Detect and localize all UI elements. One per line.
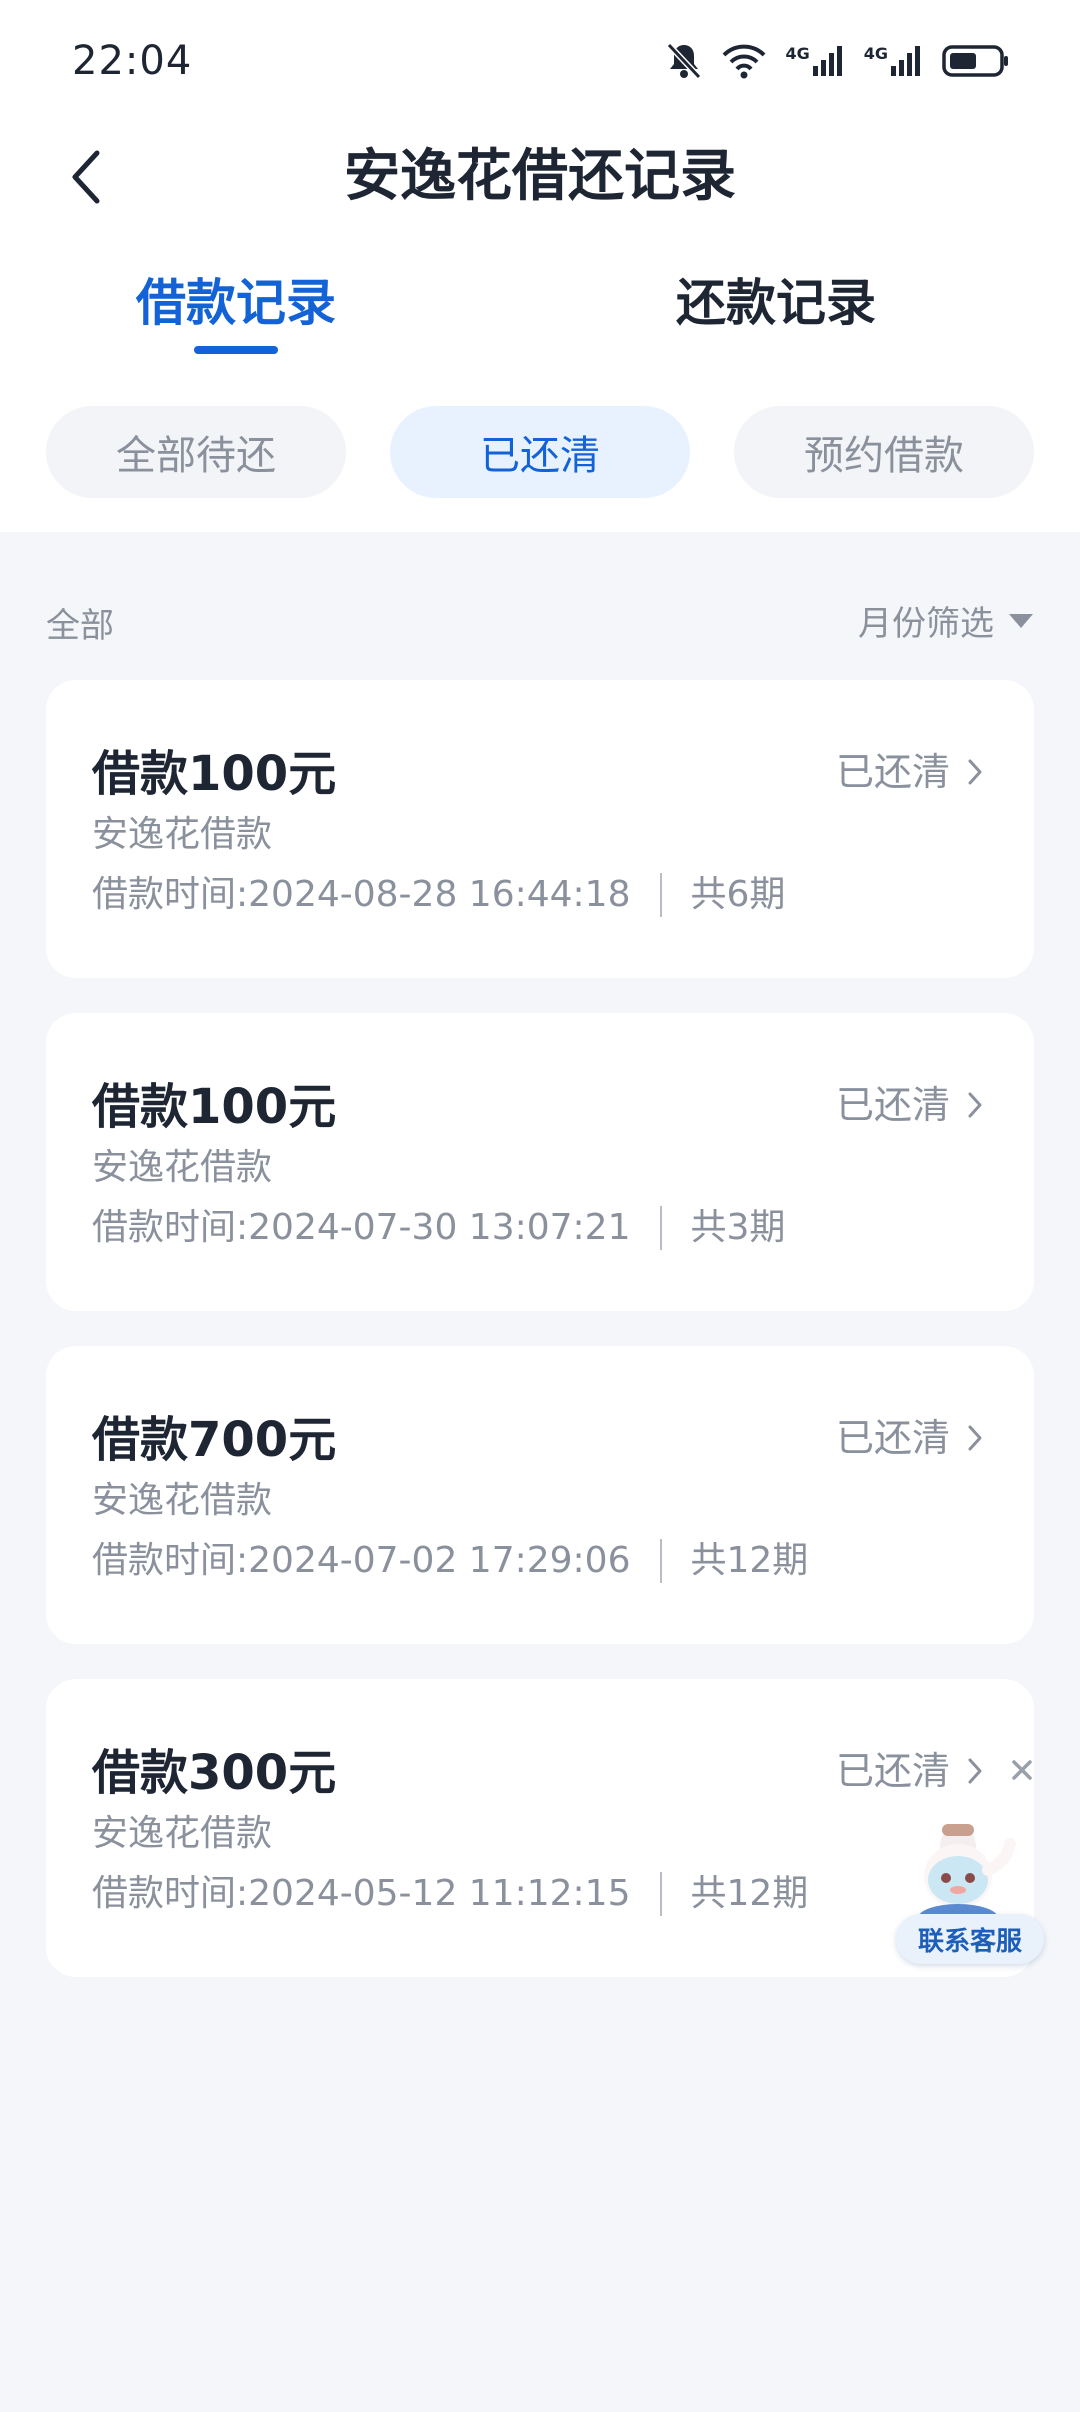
signal-4g-icon: 4G [864, 44, 924, 78]
record-meta: 借款时间:2024-05-12 11:12:15 共12期 [92, 1869, 808, 1919]
record-card[interactable]: 借款300元 已还清 安逸花借款 借款时间:2024-05-12 11:12:1… [46, 1679, 1034, 1977]
triangle-down-icon [1009, 613, 1033, 628]
bell-muted-icon [665, 41, 703, 81]
signal-4g-icon: 4G [785, 44, 845, 78]
record-status: 已还清 [836, 744, 984, 800]
divider [660, 1539, 663, 1583]
list-scope-label: 全部 [46, 606, 114, 646]
filter-chip-all-pending[interactable]: 全部待还 [46, 406, 346, 498]
record-time: 借款时间:2024-07-02 17:29:06 [92, 1540, 631, 1581]
record-status-label: 已还清 [835, 1416, 950, 1460]
record-periods: 共12期 [690, 1540, 809, 1581]
record-status: 已还清 [836, 1077, 984, 1133]
filter-chip-paid-off[interactable]: 已还清 [390, 406, 690, 498]
chevron-right-icon [968, 1758, 982, 1784]
tab-repay-records[interactable]: 还款记录 [626, 268, 926, 338]
record-amount: 借款300元 [92, 1745, 337, 1801]
divider [660, 1206, 663, 1250]
record-meta: 借款时间:2024-08-28 16:44:18 共6期 [92, 870, 785, 920]
record-amount: 借款100元 [92, 1079, 337, 1135]
record-periods: 共12期 [690, 1873, 809, 1914]
record-periods: 共3期 [690, 1207, 786, 1248]
record-product: 安逸花借款 [92, 1480, 273, 1521]
battery-icon [942, 44, 1010, 78]
record-status-label: 已还清 [835, 1749, 950, 1793]
wifi-icon [721, 43, 767, 79]
record-time: 借款时间:2024-05-12 11:12:15 [92, 1873, 631, 1914]
record-product: 安逸花借款 [92, 814, 273, 855]
tab-borrow-records[interactable]: 借款记录 [86, 268, 386, 338]
record-status-label: 已还清 [835, 750, 950, 794]
customer-service-widget[interactable]: 联系客服 [896, 1820, 1046, 1970]
status-icons: 4G 4G [665, 36, 1010, 86]
chevron-right-icon [968, 1425, 982, 1451]
record-periods: 共6期 [690, 874, 786, 915]
month-filter-button[interactable]: 月份筛选 [858, 596, 1034, 645]
chevron-right-icon [968, 759, 982, 785]
page-title: 安逸花借还记录 [344, 144, 736, 209]
record-card[interactable]: 借款700元 已还清 安逸花借款 借款时间:2024-07-02 17:29:0… [46, 1346, 1034, 1644]
active-tab-indicator [194, 346, 278, 354]
record-status: 已还清 [836, 1743, 984, 1799]
status-time: 22:04 [72, 38, 193, 84]
record-meta: 借款时间:2024-07-02 17:29:06 共12期 [92, 1536, 808, 1586]
close-icon [1012, 1760, 1032, 1780]
record-card[interactable]: 借款100元 已还清 安逸花借款 借款时间:2024-07-30 13:07:2… [46, 1013, 1034, 1311]
record-card[interactable]: 借款100元 已还清 安逸花借款 借款时间:2024-08-28 16:44:1… [46, 680, 1034, 978]
record-amount: 借款100元 [92, 746, 337, 802]
record-product: 安逸花借款 [92, 1813, 273, 1854]
chevron-right-icon [968, 1092, 982, 1118]
close-cs-button[interactable] [1004, 1752, 1040, 1788]
customer-service-label: 联系客服 [896, 1914, 1044, 1964]
record-time: 借款时间:2024-07-30 13:07:21 [92, 1207, 631, 1248]
record-status: 已还清 [836, 1410, 984, 1466]
record-meta: 借款时间:2024-07-30 13:07:21 共3期 [92, 1203, 785, 1253]
record-status-label: 已还清 [835, 1083, 950, 1127]
divider [660, 1872, 663, 1916]
divider [660, 873, 663, 917]
filter-chip-scheduled[interactable]: 预约借款 [734, 406, 1034, 498]
record-time: 借款时间:2024-08-28 16:44:18 [92, 874, 631, 915]
record-amount: 借款700元 [92, 1412, 337, 1468]
record-product: 安逸花借款 [92, 1147, 273, 1188]
month-filter-label: 月份筛选 [858, 604, 994, 644]
